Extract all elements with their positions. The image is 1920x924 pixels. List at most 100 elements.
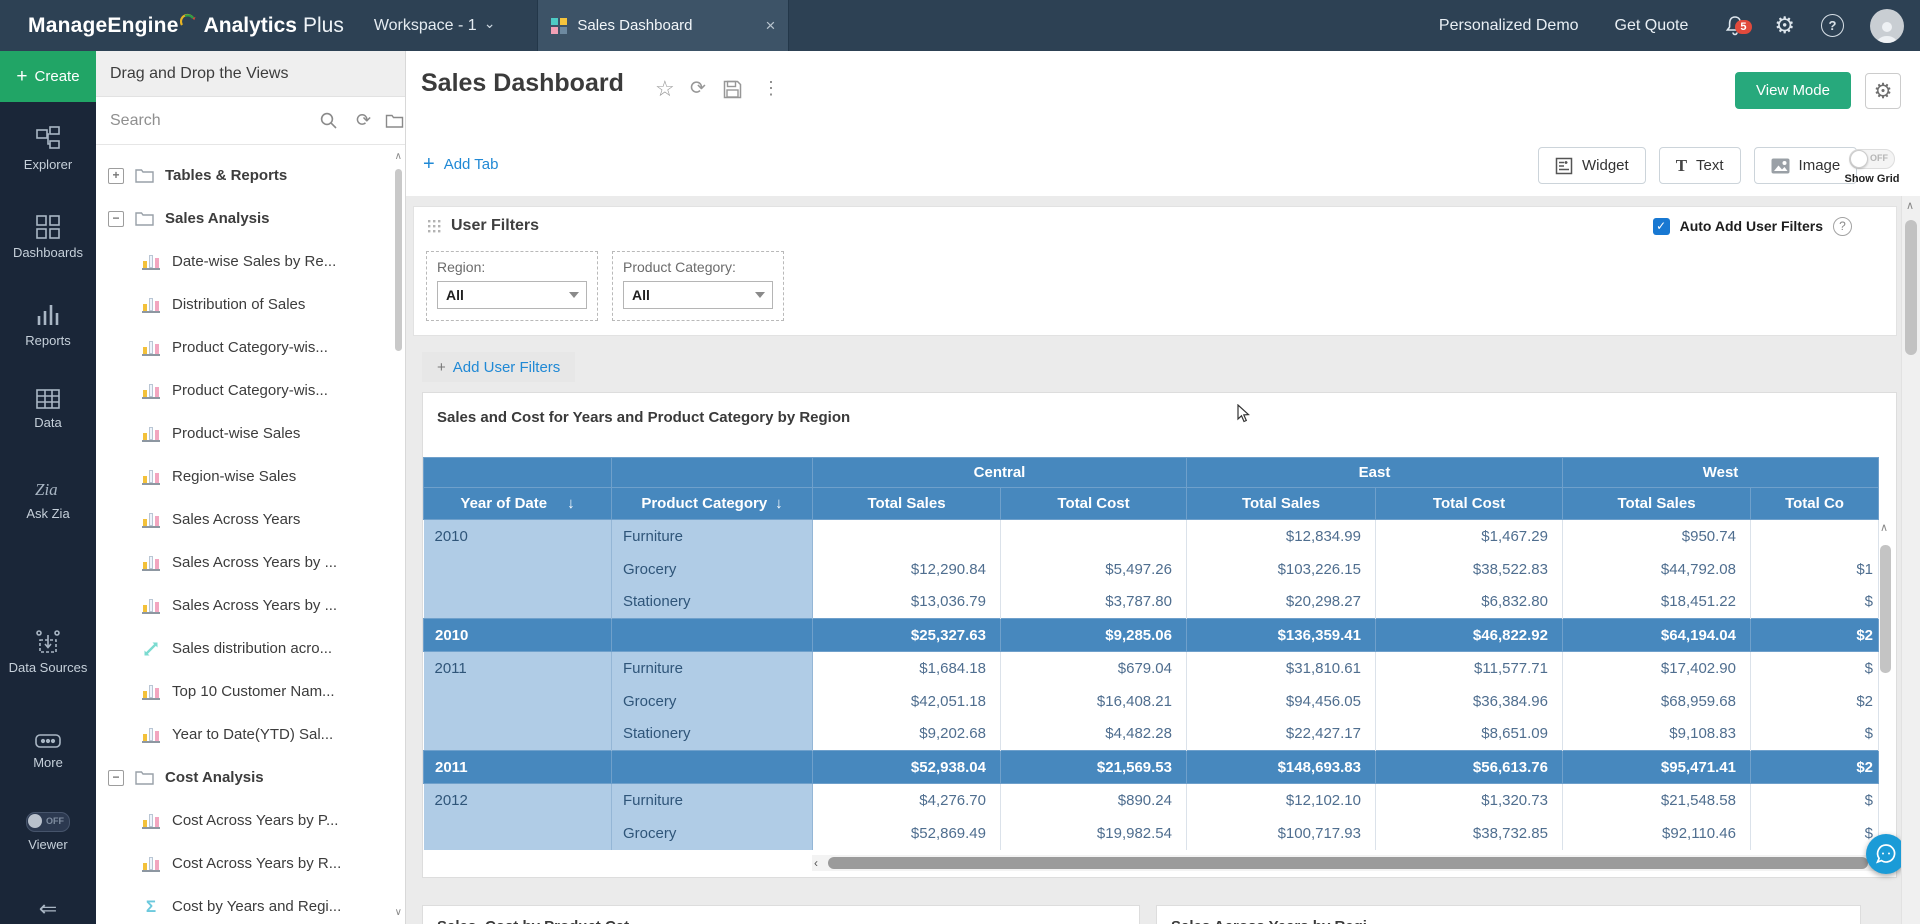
widget-button[interactable]: Widget [1538,147,1646,184]
save-icon[interactable] [723,80,742,99]
tree-report-item[interactable]: Sales Across Years by ... [96,541,393,584]
column-label[interactable]: Product Category [641,495,767,512]
sidebar-item-reports[interactable]: Reports [0,302,96,348]
personalized-demo-link[interactable]: Personalized Demo [1439,17,1579,35]
table-horizontal-scrollbar[interactable]: ‹ › [812,855,1896,871]
tab-sales-dashboard[interactable]: Sales Dashboard × [537,0,789,51]
more-options-icon[interactable]: ⋮ [762,78,780,99]
refresh-views-icon[interactable]: ⟳ [356,110,371,131]
table-subtotal-row: 2010$25,327.63$9,285.06$136,359.41$46,82… [424,619,1879,652]
table-row: 2010Furniture$12,834.99$1,467.29$950.74 [424,520,1879,553]
sidebar-item-more[interactable]: More [0,732,96,770]
help-icon[interactable]: ? [1833,217,1852,236]
tree-report-item[interactable]: Region-wise Sales [96,455,393,498]
sidebar-item-viewer[interactable]: OFF Viewer [0,812,96,852]
chat-support-button[interactable] [1866,834,1906,874]
scroll-up-icon[interactable]: ∧ [395,151,402,162]
tree-report-item[interactable]: Cost Across Years by R... [96,842,393,885]
sidebar-item-data[interactable]: Data [0,388,96,430]
product-category-dropdown[interactable]: All [623,281,773,309]
table-row: 2012Furniture$4,276.70$890.24$12,102.10$… [424,784,1879,817]
sort-desc-icon[interactable]: ↓ [775,495,783,512]
add-user-filters-button[interactable]: + Add User Filters [422,352,575,382]
scroll-up-icon[interactable]: ∧ [1880,521,1888,534]
expand-icon[interactable]: + [108,168,124,184]
scrollbar-thumb[interactable] [828,857,1868,869]
table-vertical-scrollbar[interactable]: ∧ [1876,521,1896,851]
collapse-sidebar-icon[interactable]: ⇐ [0,896,96,922]
refresh-icon[interactable]: ⟳ [690,77,706,100]
tree-report-item[interactable]: Top 10 Customer Nam... [96,670,393,713]
close-icon[interactable]: × [765,16,775,36]
tree-report-item[interactable]: Product Category-wis... [96,369,393,412]
scroll-left-icon[interactable]: ‹ [814,856,818,870]
tree-report-item[interactable]: Product-wise Sales [96,412,393,455]
column-header: Total Sales [1563,488,1751,520]
toggle-knob [28,814,42,828]
sort-desc-icon[interactable]: ↓ [567,495,575,512]
text-button[interactable]: T Text [1659,147,1741,184]
auto-add-checkbox[interactable]: ✓ [1653,218,1670,235]
tree-report-item[interactable]: Sales Across Years by ... [96,584,393,627]
collapse-icon[interactable]: − [108,770,124,786]
sidebar-item-ask-zia[interactable]: ZiaAsk Zia [0,477,96,521]
tree-report-item[interactable]: Product Category-wis... [96,326,393,369]
notification-badge: 5 [1735,20,1751,34]
explorer-icon [0,126,96,152]
show-grid-toggle[interactable]: OFF [1849,149,1895,169]
value-cell: $31,810.61 [1187,652,1376,685]
main-scrollbar[interactable]: ∧ [1901,196,1920,924]
tree-report-item[interactable]: Year to Date(YTD) Sal... [96,713,393,756]
create-button[interactable]: + Create [0,51,96,102]
tree-report-item[interactable]: ΣCost by Years and Regi... [96,885,393,924]
value-cell: $12,834.99 [1187,520,1376,553]
sidebar-item-data-sources[interactable]: Data Sources [0,629,96,675]
tree-report-item[interactable]: Cost Across Years by P... [96,799,393,842]
dashboard-settings-button[interactable]: ⚙ [1865,73,1901,109]
table-row: Grocery$42,051.18$16,408.21$94,456.05$36… [424,685,1879,718]
tree-report-item[interactable]: Sales distribution acro... [96,627,393,670]
folder-view-icon[interactable] [385,113,404,129]
year-cell [424,586,612,619]
add-tab-button[interactable]: + Add Tab [423,153,498,176]
value-cell: $36,384.96 [1376,685,1563,718]
help-icon[interactable]: ? [1821,14,1844,37]
user-avatar[interactable] [1870,9,1904,43]
tree-folder[interactable]: −Cost Analysis [96,756,393,799]
panel-scrollbar-thumb[interactable] [395,169,402,351]
value-cell: $3,787.80 [1001,586,1187,619]
drag-handle-icon[interactable] [428,220,441,233]
favorite-star-icon[interactable]: ☆ [655,76,675,102]
tree-report-item[interactable]: Date-wise Sales by Re... [96,240,393,283]
sidebar-item-dashboards[interactable]: Dashboards [0,214,96,260]
canvas-toolbar: Widget T Text Image [1538,147,1857,184]
tree-folder[interactable]: +Tables & Reports [96,154,393,197]
sidebar-item-explorer[interactable]: Explorer [0,126,96,172]
folder-icon [135,168,154,183]
tree-folder[interactable]: −Sales Analysis [96,197,393,240]
chevron-down-icon [569,292,579,298]
value-cell: $100,717.93 [1187,817,1376,850]
tree-report-item[interactable]: Sales Across Years [96,498,393,541]
search-input[interactable] [96,111,319,131]
settings-gear-icon[interactable]: ⚙ [1774,12,1795,39]
scroll-down-icon[interactable]: ∨ [395,907,402,918]
tree-report-item[interactable]: Distribution of Sales [96,283,393,326]
get-quote-link[interactable]: Get Quote [1615,17,1689,35]
scroll-up-icon[interactable]: ∧ [1906,199,1914,212]
column-label[interactable]: Year of Date [460,495,547,512]
region-dropdown[interactable]: All [437,281,587,309]
notifications-button[interactable]: 5 [1724,14,1746,38]
workspace-selector[interactable]: Workspace - 1 ⌄ [374,17,496,35]
column-header-year: Year of Date ↓ [424,488,612,520]
view-mode-button[interactable]: View Mode [1735,72,1851,109]
collapse-icon[interactable]: − [108,211,124,227]
scrollbar-thumb[interactable] [1905,220,1917,355]
year-cell: 2012 [424,784,612,817]
table-row: Grocery$52,869.49$19,982.54$100,717.93$3… [424,817,1879,850]
brand-logo[interactable]: ManageEngine Analytics Plus [28,14,344,38]
search-icon[interactable] [319,111,338,130]
scrollbar-thumb[interactable] [1880,545,1891,673]
bar-chart-icon [142,511,160,528]
viewer-toggle[interactable]: OFF [26,812,70,832]
